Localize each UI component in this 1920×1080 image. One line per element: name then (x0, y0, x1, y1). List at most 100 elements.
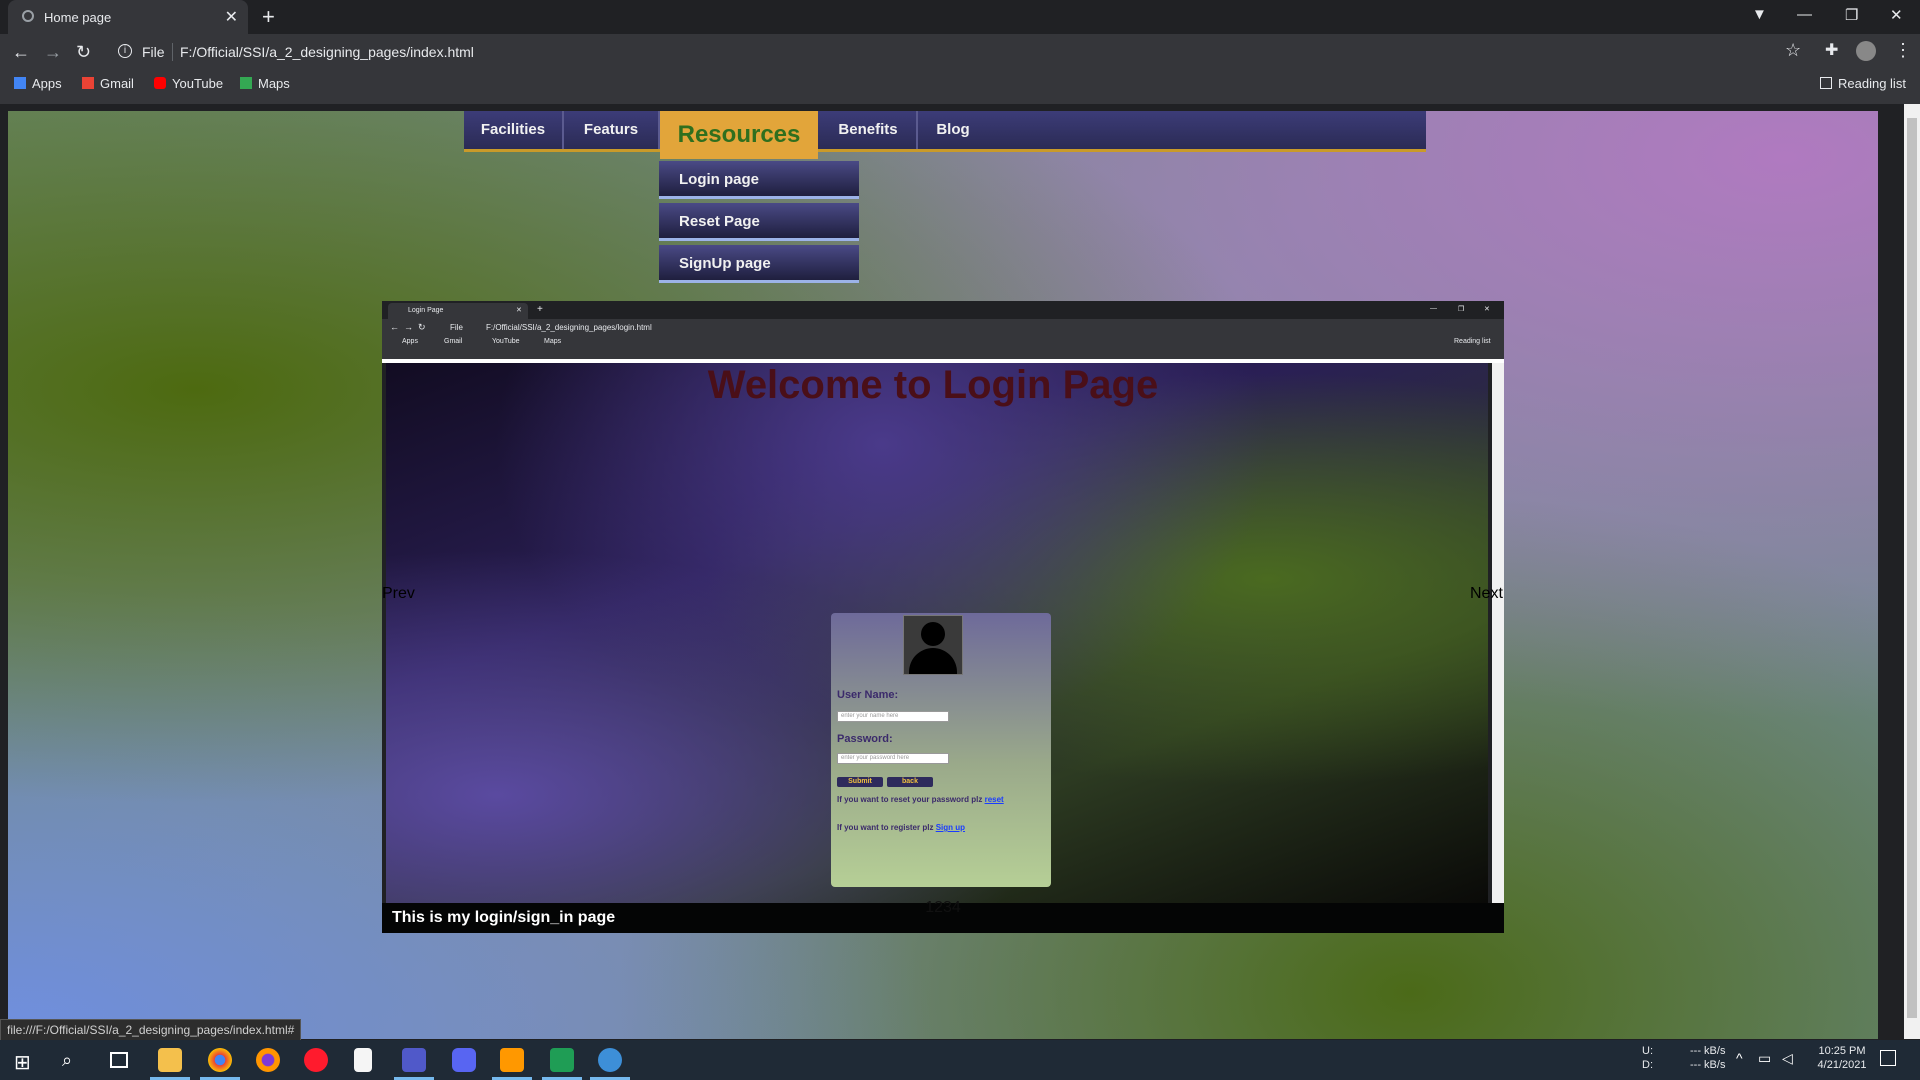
apps-grid-icon (14, 77, 26, 89)
clock-date: 4/21/2021 (1817, 1059, 1867, 1071)
back-icon[interactable]: ← (12, 42, 30, 63)
reload-icon[interactable]: ↻ (76, 42, 91, 63)
restore-button[interactable]: ❐ (1845, 6, 1858, 24)
bookmark-gmail[interactable]: Gmail (82, 76, 134, 91)
status-bar-url: file:///F:/Official/SSI/a_2_designing_pa… (0, 1019, 302, 1041)
slide-bookmark-gmail: Gmail (444, 338, 463, 345)
slide-bookmark-apps: Apps (402, 338, 418, 345)
slide-nav-icons: ← → ↻ (390, 322, 426, 332)
slide-password-input: enter your password here (837, 753, 949, 764)
spreadsheet-icon[interactable] (550, 1048, 574, 1072)
bookmark-maps[interactable]: Maps (240, 76, 290, 91)
bookmark-apps-label: Apps (32, 76, 62, 91)
bookmark-gmail-label: Gmail (100, 76, 134, 91)
bookmark-maps-label: Maps (258, 76, 290, 91)
slide-bookmark-maps: Maps (544, 338, 562, 345)
bookmark-youtube-label: YouTube (172, 76, 224, 91)
net-up-value: --- kB/s (1690, 1045, 1726, 1057)
reading-list[interactable]: Reading list (1820, 76, 1906, 91)
clock[interactable]: 10:25 PM 4/21/2021 (1810, 1044, 1874, 1072)
volume-icon[interactable]: ◁ (1782, 1050, 1793, 1067)
search-icon[interactable]: ⌕ (62, 1050, 72, 1071)
address-url[interactable]: F:/Official/SSI/a_2_designing_pages/inde… (180, 44, 474, 60)
slideshow-image: Login Page ✕ + — ❐ ✕ ← → ↻ File F:/Offic… (382, 301, 1504, 933)
slide-browser-toolbar: ← → ↻ File F:/Official/SSI/a_2_designing… (382, 319, 1504, 349)
slide-welcome-heading: Welcome to Login Page (707, 363, 1159, 407)
prev-button[interactable]: Prev (382, 585, 415, 603)
user-avatar-icon (903, 615, 963, 675)
qbittorrent-icon[interactable] (598, 1048, 622, 1072)
slide-reset-text-label: If you want to reset your password plz (837, 795, 983, 804)
profile-menu-icon[interactable]: ▼ (1752, 6, 1767, 23)
slide-dots[interactable]: 1234 (8, 899, 1878, 917)
bookmark-apps[interactable]: Apps (14, 76, 62, 91)
info-icon[interactable]: i (118, 44, 132, 58)
page-scrollbar-thumb[interactable] (1907, 118, 1917, 1018)
dropdown-item-login[interactable]: Login page (659, 161, 859, 199)
slide-minimize-icon: — (1430, 305, 1437, 312)
close-tab-icon[interactable]: ✕ (225, 7, 238, 27)
slide-new-tab-icon: + (537, 304, 543, 315)
network-icon[interactable]: ▭ (1758, 1050, 1771, 1067)
new-tab-button[interactable]: + (262, 4, 275, 30)
file-explorer-icon[interactable] (158, 1048, 182, 1072)
net-monitor-values: --- kB/s --- kB/s (1690, 1044, 1725, 1072)
tray-chevron-icon[interactable]: ^ (1736, 1050, 1743, 1066)
avatar-body (909, 648, 957, 674)
nav-item-featurs[interactable]: Featurs (564, 111, 660, 149)
clock-time: 10:25 PM (1818, 1045, 1866, 1057)
browser-tab[interactable]: Home page ✕ (8, 0, 248, 34)
close-window-button[interactable]: ✕ (1890, 6, 1903, 24)
task-view-icon[interactable] (110, 1052, 128, 1068)
start-icon[interactable]: ⊞ (14, 1050, 31, 1075)
next-button[interactable]: Next (1470, 585, 1503, 603)
slide-address-scheme: File (450, 323, 463, 332)
gmail-icon (82, 77, 94, 89)
nav-item-resources[interactable]: Resources (660, 111, 818, 159)
nav-item-benefits[interactable]: Benefits (820, 111, 918, 149)
minimize-button[interactable]: — (1797, 6, 1812, 23)
slide-browser-tabbar: Login Page ✕ + — ❐ ✕ (382, 301, 1504, 319)
bookmark-youtube[interactable]: YouTube (154, 76, 223, 91)
more-menu-icon[interactable]: ⋮ (1894, 40, 1912, 61)
discord-icon[interactable] (452, 1048, 476, 1072)
firefox-icon[interactable] (256, 1048, 280, 1072)
page-viewport: Facilities Featurs Resources Benefits Bl… (8, 111, 1878, 1039)
nav-item-blog[interactable]: Blog (918, 111, 988, 149)
nav-item-facilities[interactable]: Facilities (464, 111, 564, 149)
slide-signup-link: Sign up (935, 823, 966, 832)
bookmark-star-icon[interactable]: ☆ (1785, 40, 1801, 61)
slide-username-input: enter your name here (837, 711, 949, 722)
slide-restore-icon: ❐ (1458, 306, 1465, 313)
dropdown-item-reset[interactable]: Reset Page (659, 203, 859, 241)
page-scrollbar[interactable] (1904, 104, 1920, 1039)
slide-submit-button: Submit (837, 777, 883, 787)
net-down-label: D: (1642, 1059, 1653, 1071)
forward-icon[interactable]: → (44, 42, 62, 63)
avatar-head (921, 622, 945, 646)
address-scheme: File (142, 44, 165, 60)
slide-register-text: If you want to register plz Sign up (837, 823, 965, 832)
slide-tab-title: Login Page (408, 307, 444, 314)
extensions-icon[interactable]: ✚ (1825, 40, 1838, 60)
avatar[interactable] (1856, 41, 1876, 61)
sublime-text-icon[interactable] (500, 1048, 524, 1072)
notepad-icon[interactable] (354, 1048, 372, 1072)
address-bar[interactable]: i File F:/Official/SSI/a_2_designing_pag… (110, 38, 1770, 66)
slide-login-card: User Name: enter your name here Password… (831, 613, 1051, 887)
dropdown-item-signup[interactable]: SignUp page (659, 245, 859, 283)
notifications-icon[interactable] (1880, 1050, 1896, 1066)
address-separator (172, 43, 173, 61)
slide-address-url: F:/Official/SSI/a_2_designing_pages/logi… (486, 323, 652, 332)
slide-password-label: Password: (837, 733, 893, 745)
reading-list-label: Reading list (1838, 76, 1906, 91)
opera-icon[interactable] (304, 1048, 328, 1072)
slide-reset-text: If you want to reset your password plz r… (837, 795, 1004, 804)
globe-icon (22, 10, 34, 22)
tab-title: Home page (44, 10, 112, 25)
net-down-value: --- kB/s (1690, 1059, 1726, 1071)
slide-back-button: back (887, 777, 933, 787)
teams-icon[interactable] (402, 1048, 426, 1072)
slide-scrollbar (1492, 363, 1504, 903)
chrome-icon[interactable] (208, 1048, 232, 1072)
